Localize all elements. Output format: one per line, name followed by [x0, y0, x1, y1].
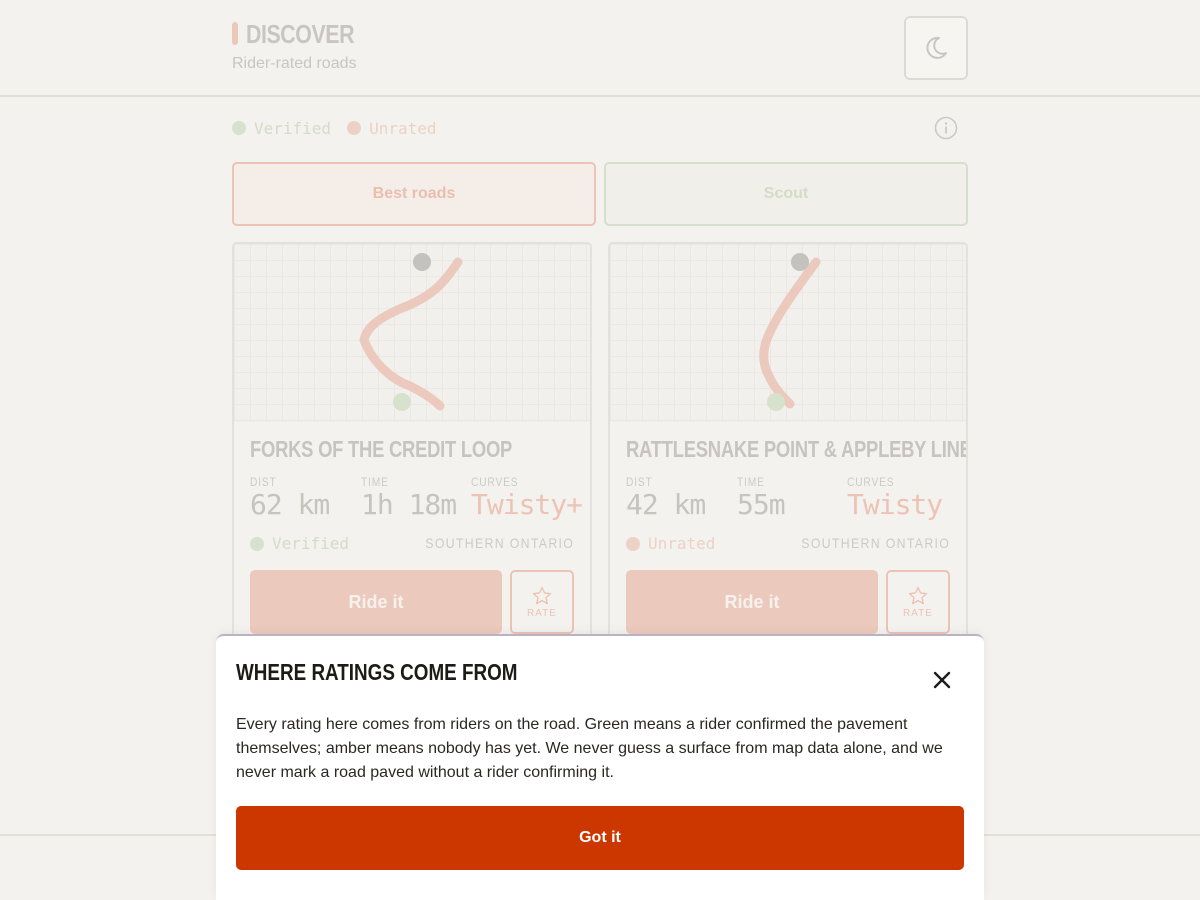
star-icon	[908, 586, 928, 604]
info-button[interactable]	[934, 116, 958, 140]
time-label: TIME	[361, 475, 389, 489]
info-icon	[934, 116, 958, 140]
unrated-dot-icon	[347, 121, 362, 135]
close-button[interactable]	[928, 666, 956, 694]
dist-label: DIST	[250, 475, 277, 489]
status-badge: Unrated	[626, 534, 715, 553]
tab-scout[interactable]: Scout	[604, 162, 968, 226]
close-icon	[933, 671, 951, 689]
road-card[interactable]: FORKS OF THE CREDIT LOOP DIST 62 km TIME…	[232, 242, 592, 662]
dist-value: 62 km	[250, 488, 330, 521]
tab-best-roads[interactable]: Best roads	[232, 162, 596, 226]
curves-label: CURVES	[847, 475, 895, 489]
legend-verified-label: Verified	[254, 118, 332, 138]
route-end-marker	[393, 393, 411, 411]
region-label: SOUTHERN ONTARIO	[801, 535, 950, 551]
region-label: SOUTHERN ONTARIO	[425, 535, 574, 551]
ride-it-button[interactable]: Ride it	[626, 570, 878, 634]
time-label: TIME	[737, 475, 765, 489]
verified-dot-icon	[232, 121, 246, 135]
ride-it-button[interactable]: Ride it	[250, 570, 502, 634]
route-map	[610, 244, 966, 422]
legend-unrated: Unrated	[347, 118, 437, 138]
header: DISCOVER Rider-rated roads	[0, 0, 1200, 97]
route-line	[759, 253, 821, 411]
legend-verified: Verified	[232, 119, 331, 138]
title-accent-bar	[232, 22, 238, 45]
legend-unrated-label: Unrated	[369, 118, 437, 138]
route-start-marker	[791, 253, 809, 271]
sheet-body-text: Every rating here comes from riders on t…	[236, 716, 943, 781]
curves-value: Twisty+	[471, 488, 583, 521]
dist-label: DIST	[626, 475, 653, 489]
rate-label: RATE	[527, 607, 557, 619]
time-value: 55m	[737, 488, 786, 521]
theme-toggle-button[interactable]	[904, 16, 968, 80]
rate-label: RATE	[903, 607, 933, 619]
road-name: FORKS OF THE CREDIT LOOP	[250, 436, 513, 462]
dist-value: 42 km	[626, 488, 706, 521]
unrated-dot-icon	[626, 536, 640, 551]
rate-button[interactable]: RATE	[510, 570, 574, 634]
route-line	[359, 253, 463, 411]
curves-value: Twisty	[847, 488, 943, 521]
road-card[interactable]: RATTLESNAKE POINT & APPLEBY LINE DIST 42…	[608, 242, 968, 662]
moon-icon	[926, 36, 947, 59]
status-badge: Verified	[250, 534, 349, 553]
time-value: 1h 18m	[361, 488, 457, 521]
curves-label: CURVES	[471, 475, 519, 489]
page-title: DISCOVER	[246, 19, 355, 49]
road-name: RATTLESNAKE POINT & APPLEBY LINE	[626, 436, 968, 462]
verified-dot-icon	[250, 536, 264, 551]
page-subtitle: Rider-rated roads	[232, 55, 357, 72]
status-label: Verified	[272, 534, 350, 553]
got-it-button[interactable]: Got it	[236, 806, 964, 870]
route-map	[234, 244, 590, 422]
route-end-marker	[767, 393, 785, 411]
ratings-info-sheet: WHERE RATINGS COME FROM Every rating her…	[216, 634, 984, 900]
rating-legend: Verified Unrated	[232, 117, 453, 139]
rate-button[interactable]: RATE	[886, 570, 950, 634]
star-icon	[532, 586, 552, 604]
sheet-title: WHERE RATINGS COME FROM	[236, 659, 518, 685]
route-start-marker	[413, 253, 431, 271]
status-label: Unrated	[648, 534, 716, 553]
